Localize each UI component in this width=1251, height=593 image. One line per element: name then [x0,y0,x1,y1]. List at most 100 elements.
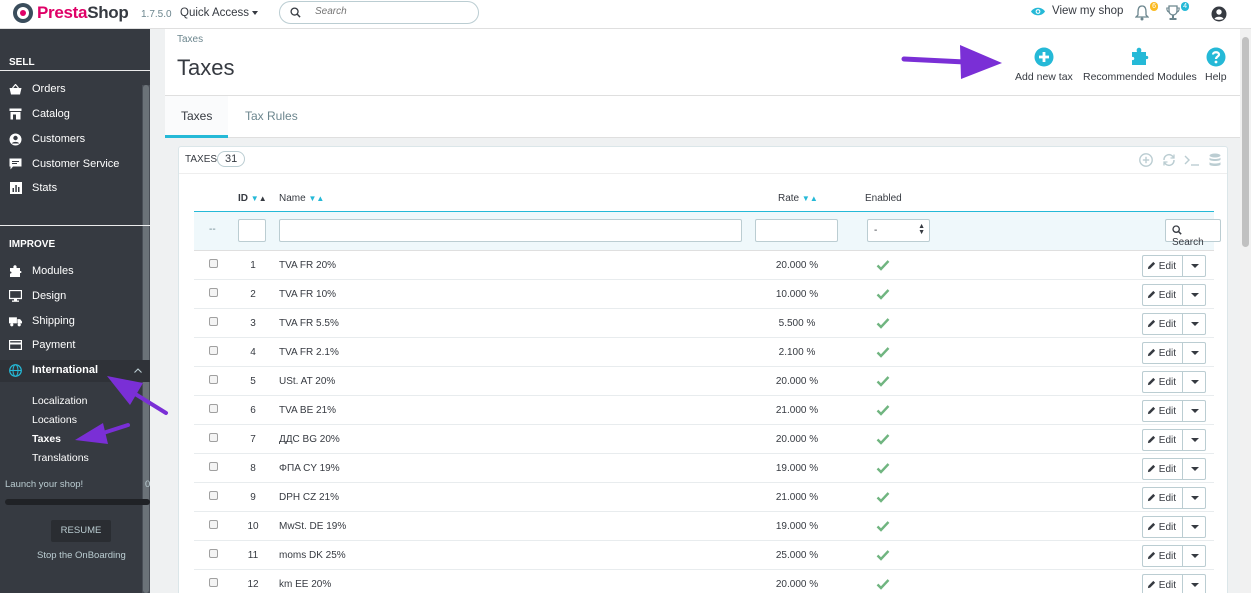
filter-rate-input[interactable] [755,219,838,242]
view-my-shop-link[interactable]: View my shop [1030,5,1123,17]
sidebar-item-design[interactable]: Design [9,288,66,304]
table-row[interactable]: 4 TVA FR 2.1% 2.100 % Edit [194,338,1214,367]
edit-button[interactable]: Edit [1142,342,1182,364]
sidebar-item-customer-service[interactable]: Customer Service [9,156,119,172]
table-row[interactable]: 5 USt. AT 20% 20.000 % Edit [194,367,1214,396]
row-actions-dropdown[interactable] [1182,313,1206,335]
check-icon[interactable] [876,288,890,300]
row-actions-dropdown[interactable] [1182,487,1206,509]
row-checkbox[interactable] [209,259,218,268]
row-actions-dropdown[interactable] [1182,429,1206,451]
sidebar-item-stats[interactable]: Stats [9,180,57,196]
add-circle-icon[interactable] [1138,152,1154,168]
sidebar-item-modules[interactable]: Modules [9,263,74,279]
stop-onboarding-link[interactable]: Stop the OnBoarding [37,550,126,561]
table-row[interactable]: 2 TVA FR 10% 10.000 % Edit [194,280,1214,309]
filter-id-input[interactable] [238,219,266,242]
check-icon[interactable] [876,491,890,503]
sidebar-item-payment[interactable]: Payment [9,337,75,353]
row-checkbox[interactable] [209,549,218,558]
row-checkbox[interactable] [209,491,218,500]
sort-desc-icon[interactable]: ▼ [251,194,259,203]
sort-asc-icon[interactable]: ▲ [810,194,818,203]
table-row[interactable]: 7 ДДС BG 20% 20.000 % Edit [194,425,1214,454]
tab-tax-rules[interactable]: Tax Rules [229,96,314,138]
row-checkbox[interactable] [209,288,218,297]
sidebar-scrollbar[interactable] [142,85,150,593]
check-icon[interactable] [876,346,890,358]
row-checkbox[interactable] [209,462,218,471]
table-row[interactable]: 3 TVA FR 5.5% 5.500 % Edit [194,309,1214,338]
refresh-icon[interactable] [1161,152,1177,168]
chevron-up-icon[interactable] [134,368,142,373]
edit-button[interactable]: Edit [1142,400,1182,422]
sidebar-subitem-taxes[interactable]: Taxes [32,433,61,445]
row-actions-dropdown[interactable] [1182,458,1206,480]
add-new-tax-button[interactable]: Add new tax [1015,47,1073,83]
resume-onboarding-button[interactable]: RESUME [51,520,111,542]
row-checkbox[interactable] [209,317,218,326]
sort-asc-icon[interactable]: ▲ [316,194,324,203]
edit-button[interactable]: Edit [1142,255,1182,277]
row-actions-dropdown[interactable] [1182,284,1206,306]
orders-notification[interactable]: 6 [1134,2,1158,23]
sort-desc-icon[interactable]: ▼ [802,194,810,203]
row-actions-dropdown[interactable] [1182,400,1206,422]
edit-button[interactable]: Edit [1142,429,1182,451]
sidebar-subitem-localization[interactable]: Localization [32,395,87,407]
check-icon[interactable] [876,578,890,590]
breadcrumb[interactable]: Taxes [177,34,203,45]
table-row[interactable]: 6 TVA BE 21% 21.000 % Edit [194,396,1214,425]
table-row[interactable]: 10 MwSt. DE 19% 19.000 % Edit [194,512,1214,541]
help-button[interactable]: Help [1205,47,1227,83]
terminal-icon[interactable] [1184,152,1200,168]
sidebar-subitem-locations[interactable]: Locations [32,414,77,426]
recommended-modules-button[interactable]: Recommended Modules [1083,47,1197,83]
row-actions-dropdown[interactable] [1182,545,1206,567]
row-actions-dropdown[interactable] [1182,342,1206,364]
check-icon[interactable] [876,549,890,561]
check-icon[interactable] [876,375,890,387]
row-actions-dropdown[interactable] [1182,255,1206,277]
sidebar-item-catalog[interactable]: Catalog [9,106,70,122]
search-button[interactable]: Search [1165,219,1221,248]
user-account-icon[interactable] [1211,6,1227,22]
column-header-id[interactable]: ID ▼▲ [238,193,267,204]
edit-button[interactable]: Edit [1142,574,1182,593]
row-actions-dropdown[interactable] [1182,574,1206,593]
customers-notification[interactable]: 4 [1166,2,1189,23]
sort-asc-icon[interactable]: ▲ [259,194,267,203]
row-checkbox[interactable] [209,578,218,587]
check-icon[interactable] [876,433,890,445]
row-checkbox[interactable] [209,346,218,355]
quick-access-dropdown[interactable]: Quick Access [180,7,259,19]
edit-button[interactable]: Edit [1142,371,1182,393]
table-row[interactable]: 9 DPH CZ 21% 21.000 % Edit [194,483,1214,512]
sidebar-item-orders[interactable]: Orders [9,81,66,97]
row-checkbox[interactable] [209,520,218,529]
page-scrollbar[interactable] [1240,29,1251,593]
filter-enabled-select[interactable]: - ▲ ▼ [867,219,930,242]
sidebar-item-shipping[interactable]: Shipping [9,313,75,329]
table-row[interactable]: 11 moms DK 25% 25.000 % Edit [194,541,1214,570]
edit-button[interactable]: Edit [1142,284,1182,306]
edit-button[interactable]: Edit [1142,516,1182,538]
check-icon[interactable] [876,520,890,532]
filter-name-input[interactable] [279,219,742,242]
edit-button[interactable]: Edit [1142,487,1182,509]
prestashop-logo[interactable]: PrestaShop [13,3,129,23]
edit-button[interactable]: Edit [1142,313,1182,335]
check-icon[interactable] [876,317,890,329]
check-icon[interactable] [876,462,890,474]
edit-button[interactable]: Edit [1142,545,1182,567]
search-input[interactable] [315,6,465,17]
row-checkbox[interactable] [209,404,218,413]
check-icon[interactable] [876,404,890,416]
sidebar-subitem-translations[interactable]: Translations [32,452,89,464]
row-checkbox[interactable] [209,375,218,384]
search-bar[interactable] [279,1,479,24]
column-header-name[interactable]: Name ▼▲ [279,193,324,204]
row-actions-dropdown[interactable] [1182,516,1206,538]
edit-button[interactable]: Edit [1142,458,1182,480]
table-row[interactable]: 12 km EE 20% 20.000 % Edit [194,570,1214,593]
